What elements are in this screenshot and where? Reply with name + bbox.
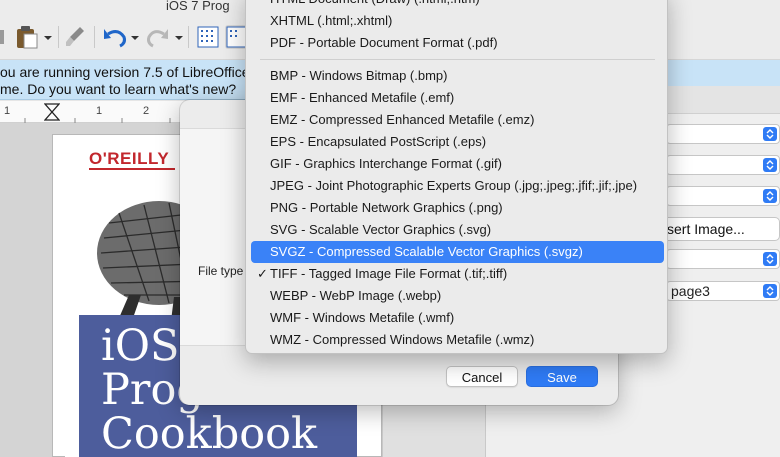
file-type-option[interactable]: XHTML (.html;.xhtml) (251, 10, 664, 32)
grid-button[interactable] (196, 25, 220, 49)
master-slide-select[interactable]: page3 (666, 281, 780, 301)
toolbar-separator (94, 26, 95, 48)
toolbar-button-cut-partial[interactable] (0, 28, 8, 46)
infobar-message-line-1: ou are running version 7.5 of LibreOffic… (0, 64, 250, 80)
file-type-option-label: TIFF - Tagged Image File Format (.tif;.t… (270, 266, 508, 281)
menu-separator (260, 59, 655, 60)
file-type-option[interactable]: EMZ - Compressed Enhanced Metafile (.emz… (251, 109, 664, 131)
sidebar-dropdown[interactable] (666, 155, 780, 175)
file-type-option-label: PNG - Portable Network Graphics (.png) (270, 200, 503, 215)
file-type-option[interactable]: HTML Document (Draw) (.html;.htm) (251, 0, 664, 10)
insert-image-button[interactable]: sert Image... (656, 217, 780, 241)
publisher-logo-underline (89, 168, 175, 170)
file-type-option-label: WMF - Windows Metafile (.wmf) (270, 310, 455, 325)
redo-icon (147, 29, 183, 48)
file-type-option[interactable]: JPEG - Joint Photographic Experts Group … (251, 175, 664, 197)
chevron-updown-icon (763, 158, 777, 172)
file-type-option-label: EPS - Encapsulated PostScript (.eps) (270, 134, 487, 149)
toolbar-separator (188, 26, 189, 48)
file-type-option-label: XHTML (.html;.xhtml) (270, 13, 393, 28)
sidebar-dropdown[interactable] (666, 186, 780, 206)
file-type-option[interactable]: GIF - Graphics Interchange Format (.gif) (251, 153, 664, 175)
cover-title-line: Cookbook (101, 409, 318, 457)
undo-icon (104, 29, 139, 48)
file-type-option-label: EMZ - Compressed Enhanced Metafile (.emz… (270, 112, 535, 127)
toolbar-separator (58, 26, 59, 48)
file-type-option[interactable]: SVGZ - Compressed Scalable Vector Graphi… (251, 241, 664, 263)
file-type-option[interactable]: EPS - Encapsulated PostScript (.eps) (251, 131, 664, 153)
file-type-option-label: WEBP - WebP Image (.webp) (270, 288, 442, 303)
file-type-option-label: SVG - Scalable Vector Graphics (.svg) (270, 222, 492, 237)
file-type-menu[interactable]: HTML Document (Draw) (.html;.htm) XHTML (… (245, 0, 668, 354)
file-type-option-label: EMF - Enhanced Metafile (.emf) (270, 90, 455, 105)
sidebar-dropdown[interactable] (666, 124, 780, 144)
file-type-option-label: WMZ - Compressed Windows Metafile (.wmz) (270, 332, 535, 347)
undo-button[interactable] (102, 25, 140, 49)
window-title: iOS 7 Prog (166, 0, 230, 13)
file-type-option-label: SVGZ - Compressed Scalable Vector Graphi… (270, 244, 583, 259)
file-type-option-label: GIF - Graphics Interchange Format (.gif) (270, 156, 502, 171)
file-type-option[interactable]: SVG - Scalable Vector Graphics (.svg) (251, 219, 664, 241)
file-type-option-label: BMP - Windows Bitmap (.bmp) (270, 68, 448, 83)
chevron-updown-icon (763, 189, 777, 203)
master-slide-value: page3 (671, 283, 710, 299)
paste-icon (17, 26, 52, 49)
file-type-option-label: PDF - Portable Document Format (.pdf) (270, 35, 498, 50)
file-type-option[interactable]: PDF - Portable Document Format (.pdf) (251, 32, 664, 54)
chevron-updown-icon (763, 127, 777, 141)
file-type-option[interactable]: WMF - Windows Metafile (.wmf) (251, 307, 664, 329)
cancel-button[interactable]: Cancel (446, 366, 518, 387)
file-type-option[interactable]: BMP - Windows Bitmap (.bmp) (251, 65, 664, 87)
file-type-option[interactable]: EMF - Enhanced Metafile (.emf) (251, 87, 664, 109)
file-type-label: File type (198, 264, 244, 278)
grid-icon (197, 26, 219, 48)
paste-button[interactable] (15, 25, 53, 49)
publisher-logo: O'REILLY (89, 149, 170, 168)
file-type-option[interactable]: WEBP - WebP Image (.webp) (251, 285, 664, 307)
file-type-option-label: JPEG - Joint Photographic Experts Group … (270, 178, 638, 193)
file-type-option-label: HTML Document (Draw) (.html;.htm) (270, 0, 480, 6)
chevron-updown-icon (763, 284, 777, 298)
redo-button[interactable] (146, 25, 184, 49)
save-button[interactable]: Save (526, 366, 598, 387)
file-type-option[interactable]: ✓ TIFF - Tagged Image File Format (.tif;.… (251, 263, 664, 285)
infobar-message-line-2: me. Do you want to learn what's new? (0, 81, 237, 97)
sidebar-dropdown[interactable] (666, 249, 780, 269)
checkmark-icon: ✓ (257, 266, 268, 281)
chevron-updown-icon (763, 252, 777, 266)
paintbrush-icon (66, 27, 84, 46)
file-type-option[interactable]: WMZ - Compressed Windows Metafile (.wmz) (251, 329, 664, 351)
file-type-option[interactable]: PNG - Portable Network Graphics (.png) (251, 197, 664, 219)
clone-formatting-button[interactable] (64, 25, 86, 49)
